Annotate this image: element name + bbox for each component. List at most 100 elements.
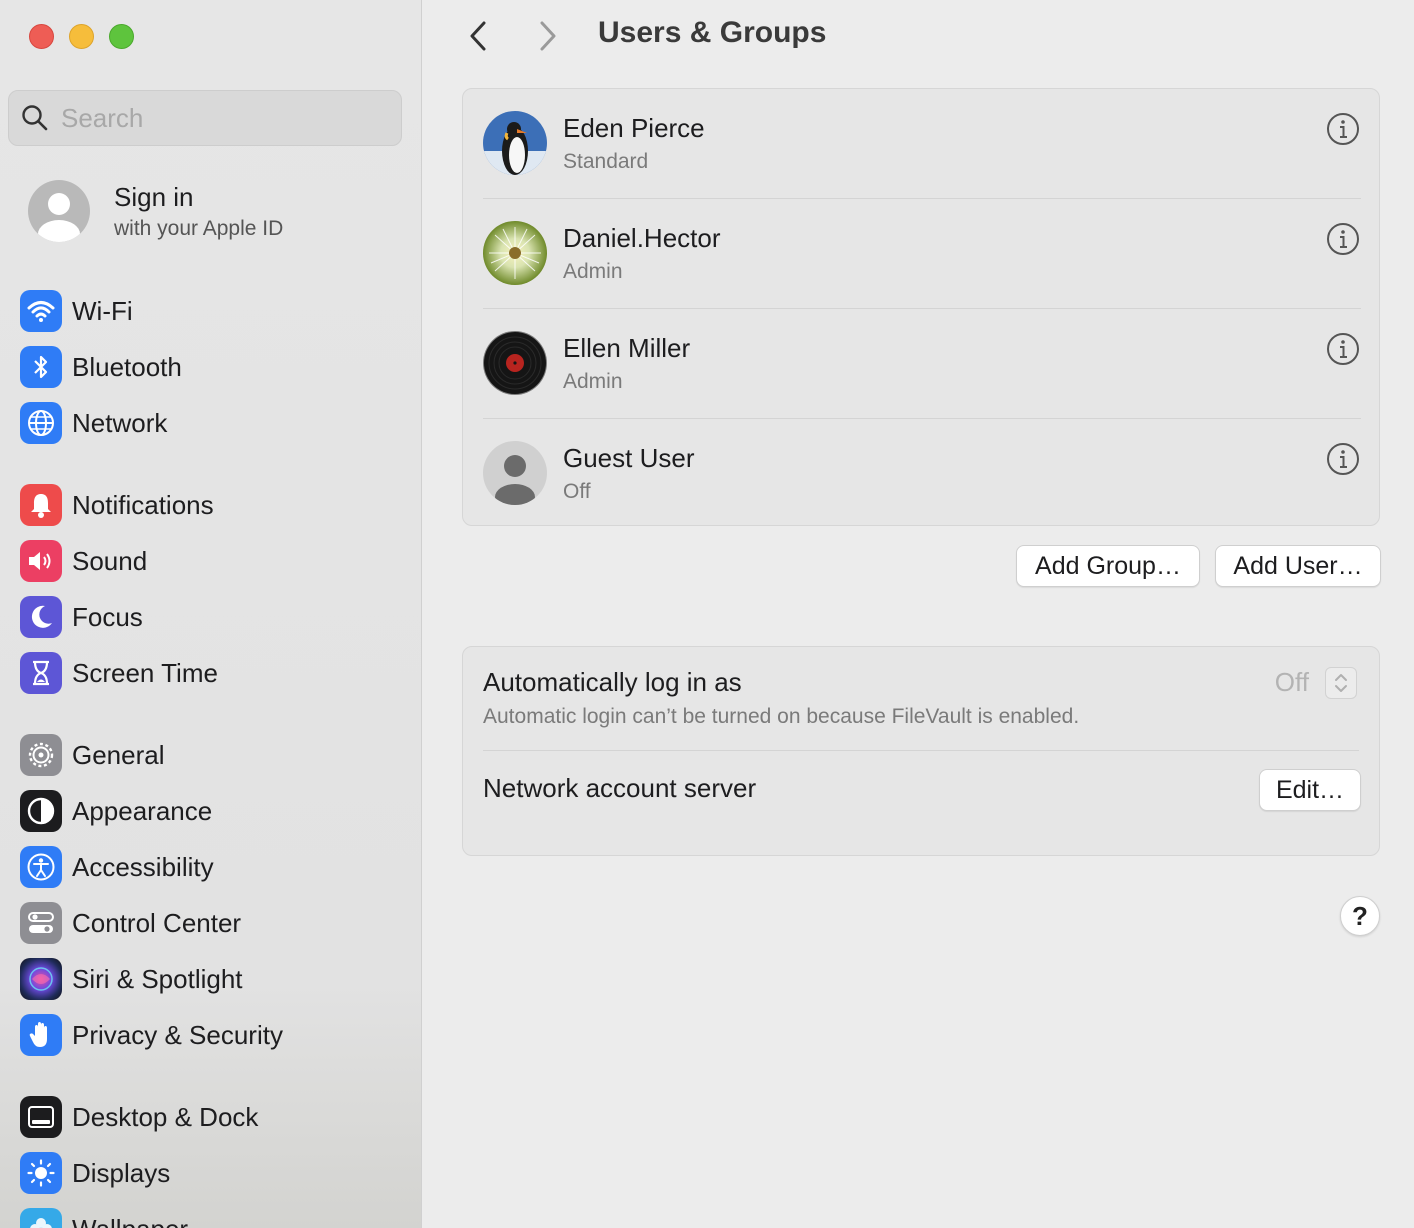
sidebar-item-label: Wallpaper (72, 1214, 188, 1228)
siri-icon (20, 958, 62, 1000)
user-role: Off (563, 480, 591, 503)
sidebar-item-label: Desktop & Dock (72, 1101, 259, 1132)
toggles-icon (20, 902, 62, 944)
hand-icon (20, 1014, 62, 1056)
auto-login-note: Automatic login can’t be turned on becau… (483, 705, 1080, 728)
minimize-window-button[interactable] (69, 24, 94, 49)
speaker-icon (20, 540, 62, 582)
sidebar-item-privacy-security[interactable]: Privacy & Security (20, 1013, 283, 1057)
search-icon (22, 105, 48, 131)
sidebar-item-label: Focus (72, 601, 143, 632)
sidebar-item-wallpaper[interactable]: Wallpaper (20, 1207, 188, 1228)
auto-login-value[interactable]: Off (1275, 667, 1309, 698)
signin-subtitle: with your Apple ID (114, 216, 284, 240)
sidebar-item-label: Privacy & Security (72, 1019, 283, 1050)
wifi-icon (20, 290, 62, 332)
user-name: Eden Pierce (563, 113, 705, 143)
users-list: Eden Pierce Standard Daniel.Hector Admin (462, 88, 1380, 526)
info-button[interactable] (1325, 111, 1361, 147)
info-button[interactable] (1325, 441, 1361, 477)
user-name: Daniel.Hector (563, 223, 721, 253)
sidebar-item-label: Network (72, 407, 168, 438)
vinyl-record-avatar (483, 331, 547, 395)
dock-icon (20, 1096, 62, 1138)
user-row-guest-user[interactable]: Guest User Off (483, 419, 1361, 529)
user-name: Guest User (563, 443, 695, 473)
user-role: Admin (563, 260, 623, 283)
gear-icon (20, 734, 62, 776)
close-window-button[interactable] (29, 24, 54, 49)
edit-server-button[interactable]: Edit… (1259, 769, 1361, 811)
info-icon (1327, 113, 1359, 145)
sidebar-item-wifi[interactable]: Wi-Fi (20, 289, 133, 333)
sidebar-item-label: Control Center (72, 907, 242, 938)
sidebar-item-label: Wi-Fi (72, 295, 133, 326)
chevron-left-icon (470, 21, 486, 51)
user-role: Standard (563, 150, 649, 173)
page-title: Users & Groups (598, 16, 827, 49)
forward-button[interactable] (528, 18, 568, 54)
sidebar-item-bluetooth[interactable]: Bluetooth (20, 345, 182, 389)
back-button[interactable] (458, 18, 498, 54)
search-input[interactable] (61, 102, 361, 134)
sidebar-item-displays[interactable]: Displays (20, 1151, 170, 1195)
hourglass-icon (20, 652, 62, 694)
auto-login-label: Automatically log in as (483, 667, 742, 697)
sidebar-item-label: Sound (72, 545, 148, 576)
flower-icon (20, 1208, 62, 1228)
person-icon (28, 180, 90, 242)
info-button[interactable] (1325, 221, 1361, 257)
sidebar-item-notifications[interactable]: Notifications (20, 483, 214, 527)
sidebar-item-label: Notifications (72, 489, 214, 520)
sidebar-item-label: Accessibility (72, 851, 214, 882)
sidebar: Sign in with your Apple ID Wi-Fi Bluetoo… (0, 0, 422, 1228)
sidebar-item-label: Siri & Spotlight (72, 963, 243, 994)
chevron-right-icon (540, 21, 556, 51)
info-icon (1327, 223, 1359, 255)
sidebar-item-label: Appearance (72, 795, 213, 826)
globe-icon (20, 402, 62, 444)
user-name: Ellen Miller (563, 333, 691, 363)
sidebar-item-focus[interactable]: Focus (20, 595, 143, 639)
network-account-server-label: Network account server (483, 773, 757, 803)
sidebar-item-network[interactable]: Network (20, 401, 167, 445)
sidebar-item-label: Screen Time (72, 657, 218, 688)
info-button[interactable] (1325, 331, 1361, 367)
up-down-chevron-icon (1335, 674, 1347, 692)
sidebar-item-label: Bluetooth (72, 351, 182, 382)
moon-icon (20, 596, 62, 638)
sun-icon (20, 1152, 62, 1194)
signin-title: Sign in (114, 181, 194, 212)
apple-id-signin[interactable]: Sign in with your Apple ID (28, 180, 283, 242)
accessibility-icon (20, 846, 62, 888)
sidebar-item-general[interactable]: General (20, 733, 165, 777)
sidebar-item-label: Displays (72, 1157, 171, 1188)
appearance-icon (20, 790, 62, 832)
sidebar-item-sound[interactable]: Sound (20, 539, 147, 583)
help-button[interactable]: ? (1340, 896, 1380, 936)
sidebar-item-label: General (72, 739, 165, 770)
info-icon (1327, 333, 1359, 365)
auto-login-popup-button[interactable] (1325, 667, 1357, 699)
user-role: Admin (563, 370, 623, 393)
zoom-window-button[interactable] (109, 24, 134, 49)
user-row-eden-pierce[interactable]: Eden Pierce Standard (483, 89, 1361, 199)
add-group-button[interactable]: Add Group… (1016, 545, 1200, 587)
search-field[interactable] (8, 90, 402, 146)
sidebar-item-desktop-dock[interactable]: Desktop & Dock (20, 1095, 258, 1139)
user-row-daniel-hector[interactable]: Daniel.Hector Admin (483, 199, 1361, 309)
user-row-ellen-miller[interactable]: Ellen Miller Admin (483, 309, 1361, 419)
sidebar-item-appearance[interactable]: Appearance (20, 789, 212, 833)
dandelion-avatar (483, 221, 547, 285)
sidebar-item-screen-time[interactable]: Screen Time (20, 651, 218, 695)
sidebar-item-siri-spotlight[interactable]: Siri & Spotlight (20, 957, 243, 1001)
bluetooth-icon (20, 346, 62, 388)
person-avatar (483, 441, 547, 505)
sidebar-item-accessibility[interactable]: Accessibility (20, 845, 214, 889)
bell-icon (20, 484, 62, 526)
sidebar-item-control-center[interactable]: Control Center (20, 901, 241, 945)
penguin-avatar (483, 111, 547, 175)
login-options-card: Automatically log in as Automatic login … (462, 646, 1380, 856)
add-user-button[interactable]: Add User… (1215, 545, 1381, 587)
info-icon (1327, 443, 1359, 475)
